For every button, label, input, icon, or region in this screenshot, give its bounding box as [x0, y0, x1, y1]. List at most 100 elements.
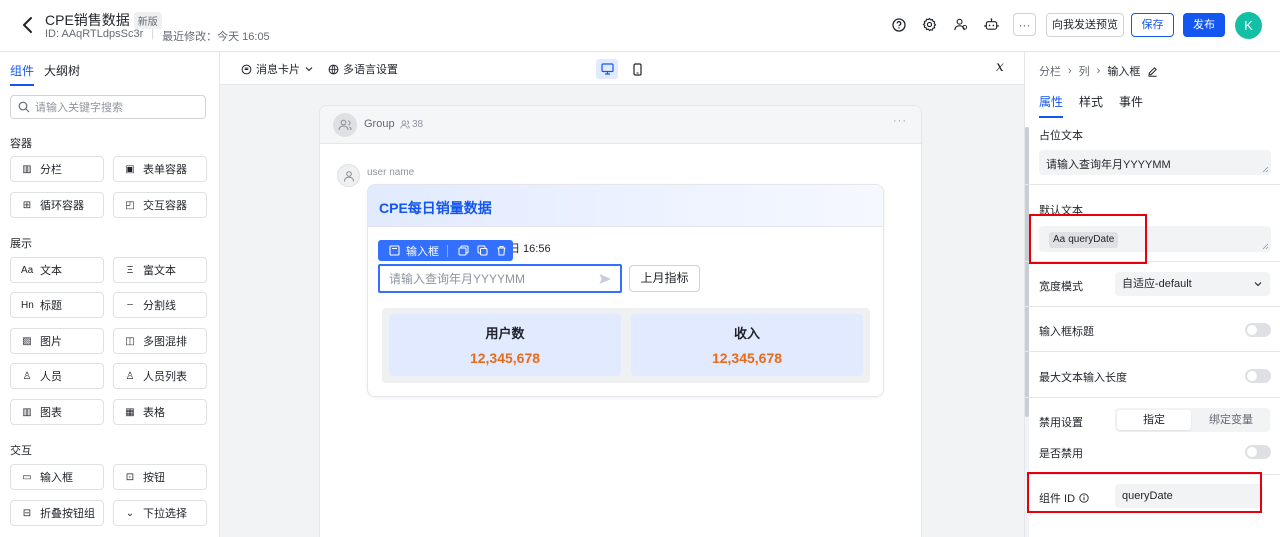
person-icon: ♙: [22, 370, 32, 382]
component-button[interactable]: ⊡ 按钮: [113, 464, 207, 490]
canvas-toolbar: 消息卡片 多语言设置 𝑥: [220, 52, 1024, 85]
selected-component-label: 输入框: [406, 245, 439, 258]
tab-components[interactable]: 组件: [10, 62, 35, 86]
component-dropdown[interactable]: ⌄ 下拉选择: [113, 500, 207, 526]
section-interaction-title: 交互: [10, 445, 32, 457]
input-component-icon: [387, 244, 401, 258]
edit-icon[interactable]: [1147, 66, 1158, 77]
meta-separator: |: [151, 28, 155, 40]
component-rich-text[interactable]: Ξ 富文本: [113, 257, 207, 283]
component-columns[interactable]: ▥ 分栏: [10, 156, 104, 182]
publish-button[interactable]: 发布: [1183, 13, 1225, 37]
rich-text-icon: Ξ: [126, 264, 134, 276]
robot-icon[interactable]: [981, 14, 1002, 35]
component-text[interactable]: Aa 文本: [10, 257, 104, 283]
properties-panel: 分栏 › 列 › 输入框 属性 样式 事件 占位文本 请输入查询年月YYYYMM…: [1024, 52, 1280, 537]
component-chart[interactable]: ▥ 图表: [10, 399, 104, 425]
width-mode-value: 自适应-default: [1122, 278, 1192, 290]
last-month-button[interactable]: 上月指标: [629, 265, 700, 292]
delete-icon[interactable]: [494, 244, 508, 258]
mobile-view-button[interactable]: [626, 59, 648, 79]
metric-label: 收入: [733, 326, 760, 341]
max-length-toggle[interactable]: [1245, 369, 1271, 383]
component-multi-image[interactable]: ◫ 多图混排: [113, 328, 207, 354]
send-preview-button[interactable]: 向我发送预览: [1046, 13, 1124, 37]
component-image[interactable]: ▨ 图片: [10, 328, 104, 354]
search-icon: [18, 101, 30, 113]
component-interactive-container[interactable]: ◰ 交互容器: [113, 192, 207, 218]
input-title-toggle[interactable]: [1245, 323, 1271, 337]
card-type-selector[interactable]: 消息卡片: [241, 61, 314, 77]
placeholder-label: 占位文本: [1039, 130, 1083, 142]
disable-mode-bind-variable[interactable]: 绑定变量: [1194, 410, 1268, 430]
breadcrumb-columns[interactable]: 分栏: [1039, 63, 1061, 79]
breadcrumb-column[interactable]: 列: [1079, 63, 1090, 79]
toolbar-divider: [447, 244, 448, 257]
more-options-button[interactable]: ···: [1013, 13, 1036, 36]
component-collapse-group[interactable]: ⊟ 折叠按钮组: [10, 500, 104, 526]
component-heading[interactable]: Hn 标题: [10, 292, 104, 318]
property-tabs: 属性 样式 事件: [1039, 93, 1143, 118]
tab-outline-tree[interactable]: 大纲树: [44, 62, 80, 86]
metric-value: 12,345,678: [469, 350, 541, 366]
scrollbar-thumb[interactable]: [1025, 127, 1029, 417]
back-arrow-icon[interactable]: [18, 14, 38, 36]
component-loop-container[interactable]: ⊞ 循环容器: [10, 192, 104, 218]
component-divider[interactable]: ┄ 分割线: [113, 292, 207, 318]
component-search-input[interactable]: 请输入关键字搜索: [10, 95, 206, 119]
disable-mode-specified[interactable]: 指定: [1117, 410, 1191, 430]
tab-properties[interactable]: 属性: [1039, 93, 1064, 118]
message-card-icon: [241, 64, 252, 74]
sender-name: user name: [367, 167, 415, 178]
users-icon[interactable]: [950, 14, 971, 35]
i18n-label: 多语言设置: [343, 64, 398, 76]
resize-handle-icon[interactable]: [1262, 166, 1269, 173]
desktop-view-button[interactable]: [596, 59, 618, 79]
i18n-settings[interactable]: 多语言设置: [328, 61, 398, 77]
collapse-group-icon: ⊟: [22, 507, 32, 519]
component-label: 图片: [40, 336, 62, 348]
dropdown-icon: ⌄: [125, 507, 135, 519]
members-icon: [400, 120, 410, 129]
help-icon[interactable]: [888, 14, 909, 35]
component-person-list[interactable]: ♙ 人员列表: [113, 363, 207, 389]
component-label: 按钮: [143, 472, 165, 484]
width-mode-select[interactable]: 自适应-default: [1115, 272, 1270, 296]
component-input[interactable]: ▭ 输入框: [10, 464, 104, 490]
query-month-input[interactable]: 请输入查询年月YYYYMM: [378, 264, 622, 293]
is-disabled-toggle[interactable]: [1245, 445, 1271, 459]
title-row: CPE销售数据 新版: [45, 10, 162, 30]
multi-image-icon: ◫: [125, 335, 135, 347]
chevron-right-icon: ›: [1096, 65, 1101, 77]
variable-fx-button[interactable]: 𝑥: [996, 59, 1004, 75]
input-title-label: 输入框标题: [1039, 326, 1094, 338]
copy-icon[interactable]: [456, 244, 470, 258]
tab-style[interactable]: 样式: [1079, 93, 1103, 118]
placeholder-value: 请输入查询年月YYYYMM: [1046, 159, 1171, 171]
component-form-container[interactable]: ▣ 表单容器: [113, 156, 207, 182]
columns-icon: ▥: [22, 163, 32, 175]
divider: [1025, 397, 1280, 398]
chat-more-icon[interactable]: ···: [893, 115, 907, 127]
card-header[interactable]: CPE每日销量数据: [368, 185, 883, 227]
message-card[interactable]: CPE每日销量数据 日 16:56 输入框 请输入查询年月YYYYMM 上月指标…: [367, 184, 884, 397]
save-button[interactable]: 保存: [1131, 13, 1174, 37]
form-container-icon: ▣: [125, 163, 135, 175]
search-placeholder: 请输入关键字搜索: [35, 102, 123, 114]
user-avatar[interactable]: K: [1235, 12, 1262, 39]
metric-label: 用户数: [485, 326, 525, 341]
placeholder-textarea[interactable]: 请输入查询年月YYYYMM: [1039, 150, 1271, 175]
duplicate-icon[interactable]: [475, 244, 489, 258]
heading-icon: Hn: [21, 299, 34, 311]
component-table[interactable]: ▦ 表格: [113, 399, 207, 425]
metric-users: 用户数 12,345,678: [389, 314, 621, 376]
component-person[interactable]: ♙ 人员: [10, 363, 104, 389]
resize-handle-icon[interactable]: [1262, 243, 1269, 250]
settings-icon[interactable]: [919, 14, 940, 35]
chevron-down-icon: [1254, 282, 1262, 287]
tab-events[interactable]: 事件: [1119, 93, 1143, 118]
send-icon[interactable]: [598, 272, 612, 286]
chart-icon: ▥: [22, 406, 32, 418]
chat-preview-window: Group 38 ··· user name CPE每日销量数据 日 16:56…: [319, 105, 922, 537]
top-header: CPE销售数据 新版 ID: AAqRTLdpsSc3r | 最近修改：今天 1…: [0, 0, 1280, 52]
